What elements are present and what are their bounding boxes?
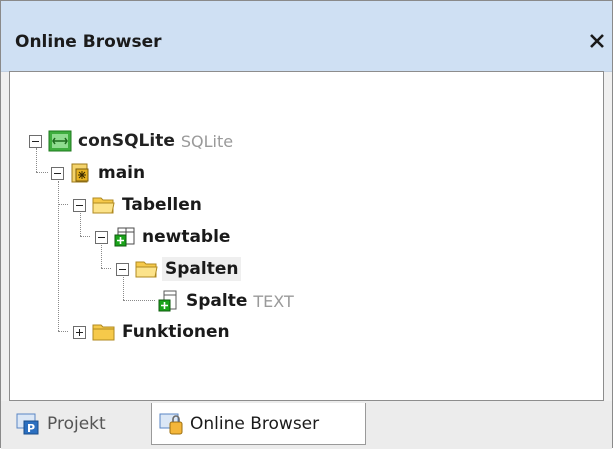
schema-label: main [98, 163, 146, 183]
column-label: Spalte [186, 291, 248, 311]
column-icon [158, 290, 177, 312]
sqlite-connection-icon [48, 130, 72, 152]
schema-icon [71, 163, 89, 183]
collapse-toggle-schema[interactable] [51, 167, 64, 180]
column-type: TEXT [253, 291, 294, 311]
panel-tabs: P Projekt Online Browser [1, 401, 612, 449]
tables-folder-label: Tabellen [122, 195, 202, 215]
connection-label: conSQLite [78, 131, 175, 151]
tree-item-connection[interactable]: conSQLite SQLite [48, 128, 233, 154]
tab-projekt[interactable]: P Projekt [15, 403, 147, 445]
functions-folder-label: Funktionen [122, 322, 230, 342]
panel-title: Online Browser [15, 32, 162, 52]
online-browser-panel: Online Browser conSQLite SQLite main Tab… [0, 0, 613, 449]
tree-item-table[interactable]: newtable [114, 224, 230, 250]
collapse-toggle-tables[interactable] [73, 199, 86, 212]
connection-type: SQLite [180, 131, 234, 151]
columns-folder-label: Spalten [162, 257, 242, 281]
tab-projekt-label: Projekt [47, 414, 106, 434]
close-icon[interactable] [586, 27, 608, 53]
tree-item-tables-folder[interactable]: Tabellen [92, 192, 202, 218]
collapse-toggle-connection[interactable] [29, 135, 42, 148]
table-icon [114, 227, 135, 247]
folder-closed-icon [92, 324, 115, 341]
tab-online-browser[interactable]: Online Browser [151, 403, 366, 445]
collapse-toggle-columns[interactable] [116, 263, 129, 276]
expand-toggle-functions[interactable] [73, 326, 86, 339]
folder-open-icon [92, 197, 115, 214]
svg-text:P: P [27, 422, 35, 435]
collapse-toggle-table[interactable] [95, 231, 108, 244]
tree-item-functions-folder[interactable]: Funktionen [92, 319, 230, 345]
panel-titlebar: Online Browser [1, 1, 612, 72]
tab-online-browser-label: Online Browser [190, 413, 320, 434]
online-browser-icon [159, 413, 183, 434]
tree-item-column[interactable]: Spalte TEXT [158, 288, 294, 314]
folder-open-icon [135, 261, 158, 278]
tree-item-columns-folder[interactable]: Spalten [135, 256, 242, 282]
tree-item-schema[interactable]: main [70, 160, 145, 186]
project-icon: P [16, 413, 39, 435]
table-label: newtable [142, 227, 231, 247]
